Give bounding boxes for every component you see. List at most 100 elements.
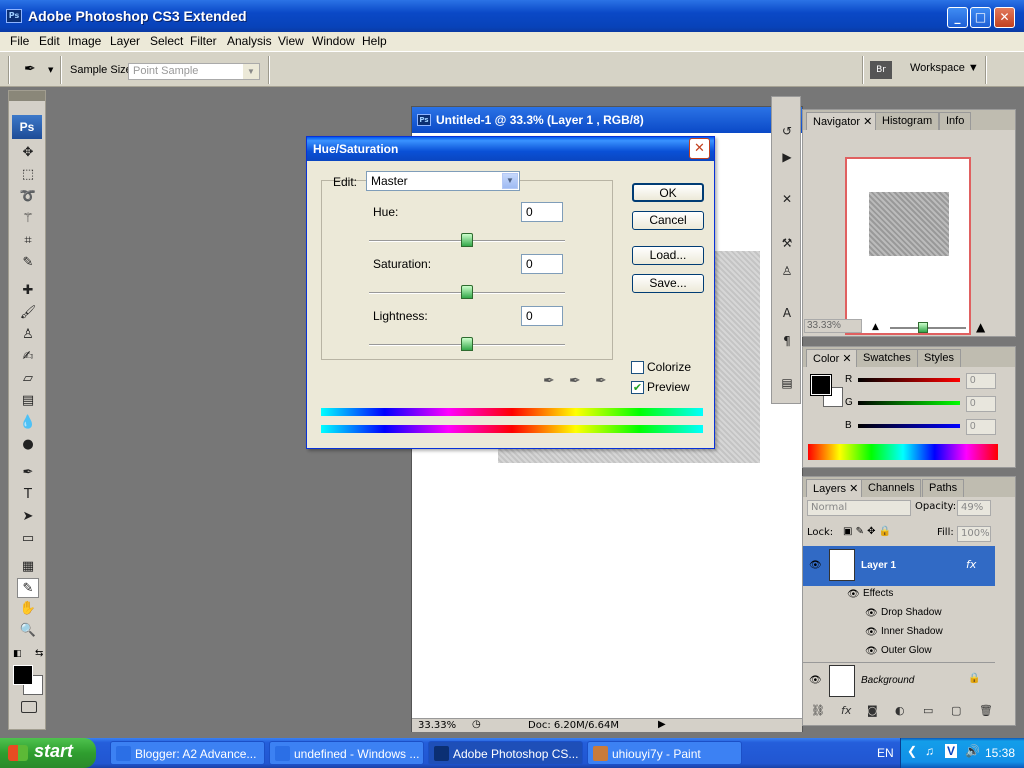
visibility-eye-icon[interactable]: 👁	[809, 560, 822, 571]
blue-value[interactable]: 0	[966, 419, 996, 435]
clone-source-icon[interactable]: ♙	[776, 261, 798, 281]
hand-tool-icon[interactable]: ✋	[17, 599, 39, 619]
colorize-checkbox[interactable]	[631, 361, 644, 374]
tab-styles[interactable]: Styles	[917, 349, 961, 367]
tab-channels[interactable]: Channels	[861, 479, 922, 497]
effect-row[interactable]: 👁 Drop Shadow	[803, 605, 995, 624]
subtract-from-sample-eyedropper-icon[interactable]: ✒	[595, 373, 607, 389]
saturation-input[interactable]: 0	[521, 254, 563, 274]
dialog-titlebar[interactable]: Hue/Saturation ✕	[307, 137, 714, 161]
color-foreground-swatch[interactable]	[810, 374, 832, 396]
brushes-panel-icon[interactable]: ⚒	[776, 233, 798, 253]
tab-histogram[interactable]: Histogram	[875, 112, 940, 130]
layer-comps-icon[interactable]: ▤	[776, 373, 798, 393]
document-zoom[interactable]: 33.33%	[418, 720, 456, 731]
preview-checkbox[interactable]: ✔	[631, 381, 644, 394]
hue-slider-thumb[interactable]	[461, 233, 473, 247]
eyedropper-tool-icon[interactable]: ✎	[17, 578, 39, 598]
tab-navigator[interactable]: Navigator ✕	[806, 112, 880, 130]
zoom-tool-icon[interactable]: 🔍	[17, 621, 39, 641]
visibility-eye-icon[interactable]: 👁	[865, 627, 878, 638]
red-slider[interactable]	[858, 378, 960, 382]
tab-swatches[interactable]: Swatches	[856, 349, 918, 367]
history-brush-tool-icon[interactable]: ✍	[17, 347, 39, 367]
visibility-eye-icon[interactable]: 👁	[809, 675, 822, 686]
tab-info[interactable]: Info	[939, 112, 972, 130]
tab-layers[interactable]: Layers ✕	[806, 479, 866, 497]
add-mask-icon[interactable]: ◙	[867, 704, 878, 717]
dialog-close-button[interactable]: ✕	[689, 138, 710, 159]
save-button[interactable]: Save...	[632, 274, 704, 293]
workspace-button[interactable]: Workspace ▼	[910, 62, 979, 74]
lock-pixels-icon[interactable]: ▣ ✎ ✥ 🔒	[843, 526, 891, 537]
healing-brush-tool-icon[interactable]: ✚	[17, 281, 39, 301]
tray-v-icon[interactable]: V	[945, 744, 958, 758]
maximize-button[interactable]: □	[970, 7, 991, 28]
opacity-input[interactable]: 49%	[957, 500, 991, 516]
eyedropper-preset-icon[interactable]: ✒	[24, 61, 36, 77]
menu-analysis[interactable]: Analysis	[227, 34, 272, 48]
fill-input[interactable]: 100%	[957, 526, 991, 542]
status-menu-icon[interactable]: ◷	[472, 719, 481, 730]
start-button[interactable]: start	[0, 738, 96, 768]
link-layers-icon[interactable]: ⛓	[811, 704, 825, 717]
tool-presets-icon[interactable]: ✕	[776, 189, 798, 209]
lasso-tool-icon[interactable]: ➰	[17, 187, 39, 207]
menu-filter[interactable]: Filter	[190, 34, 217, 48]
green-slider[interactable]	[858, 401, 960, 405]
crop-tool-icon[interactable]: ⌗	[17, 231, 39, 251]
add-to-sample-eyedropper-icon[interactable]: ✒	[569, 373, 581, 389]
effect-row[interactable]: 👁 Inner Shadow	[803, 624, 995, 643]
tray-app-icon[interactable]: ♫	[925, 744, 934, 758]
tab-color[interactable]: Color ✕	[806, 349, 859, 367]
slice-tool-icon[interactable]: ✎	[17, 253, 39, 273]
eyedropper-icon[interactable]: ✒	[543, 373, 555, 389]
swap-colors-icon[interactable]: ⇆	[35, 648, 43, 659]
type-tool-icon[interactable]: T	[17, 485, 39, 505]
foreground-color-swatch[interactable]	[13, 665, 33, 685]
bridge-icon[interactable]: Br	[870, 61, 892, 79]
gradient-tool-icon[interactable]: ▤	[17, 391, 39, 411]
red-value[interactable]: 0	[966, 373, 996, 389]
menu-image[interactable]: Image	[68, 34, 101, 48]
menu-view[interactable]: View	[278, 34, 304, 48]
lightness-slider-thumb[interactable]	[461, 337, 473, 351]
effect-row[interactable]: 👁 Outer Glow	[803, 643, 995, 662]
pen-tool-icon[interactable]: ✒	[17, 463, 39, 483]
move-tool-icon[interactable]: ✥	[17, 143, 39, 163]
menu-edit[interactable]: Edit	[39, 34, 60, 48]
layer-effects-icon[interactable]: fx	[966, 558, 976, 571]
cancel-button[interactable]: Cancel	[632, 211, 704, 230]
blend-mode-select[interactable]: Normal	[807, 500, 911, 516]
effects-row[interactable]: 👁 Effects	[803, 586, 995, 605]
eraser-tool-icon[interactable]: ▱	[17, 369, 39, 389]
menu-help[interactable]: Help	[362, 34, 387, 48]
menu-window[interactable]: Window	[312, 34, 355, 48]
dodge-tool-icon[interactable]: ●	[17, 435, 39, 455]
load-button[interactable]: Load...	[632, 246, 704, 265]
menu-select[interactable]: Select	[150, 34, 183, 48]
sample-size-select[interactable]: Point Sample ▼	[128, 63, 260, 80]
blur-tool-icon[interactable]: 💧	[17, 413, 39, 433]
path-selection-tool-icon[interactable]: ➤	[17, 507, 39, 527]
language-indicator[interactable]: EN	[877, 746, 894, 760]
taskbar-item-blogger[interactable]: Blogger: A2 Advance...	[110, 741, 265, 765]
new-layer-icon[interactable]: ▢	[951, 704, 961, 717]
toolbox-header[interactable]	[9, 91, 45, 101]
document-titlebar[interactable]: Ps Untitled-1 @ 33.3% (Layer 1 , RGB/8)	[412, 107, 802, 133]
layer1-name[interactable]: Layer 1	[861, 560, 896, 571]
close-button[interactable]: ✕	[994, 7, 1015, 28]
lightness-input[interactable]: 0	[521, 306, 563, 326]
play-arrow-icon[interactable]: ▶	[658, 719, 666, 730]
zoom-out-icon[interactable]: ▲	[872, 322, 879, 332]
blue-slider[interactable]	[858, 424, 960, 428]
color-spectrum[interactable]	[808, 444, 998, 460]
magic-wand-tool-icon[interactable]: ⚚	[17, 209, 39, 229]
taskbar-item-ie[interactable]: undefined - Windows ...	[269, 741, 424, 765]
ok-button[interactable]: OK	[632, 183, 704, 202]
tab-paths[interactable]: Paths	[922, 479, 965, 497]
navigator-zoom-thumb[interactable]	[918, 322, 928, 333]
photoshop-logo[interactable]: Ps	[12, 115, 42, 139]
hue-input[interactable]: 0	[521, 202, 563, 222]
adjustment-layer-icon[interactable]: ◐	[895, 704, 905, 717]
